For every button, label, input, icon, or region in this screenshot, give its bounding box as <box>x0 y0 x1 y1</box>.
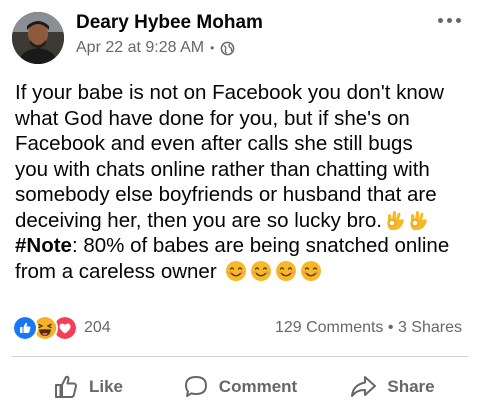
more-dot <box>455 17 461 23</box>
more-dot <box>437 17 443 23</box>
comment-label: Comment <box>218 377 298 396</box>
share-label: Share <box>387 377 435 396</box>
divider <box>12 356 468 357</box>
post-line: Facebook and even after calls she still … <box>15 132 413 155</box>
note-line: #Note: 80% of babes are being snatched o… <box>15 233 470 259</box>
smiling-face-emoji <box>251 260 272 281</box>
comments-count[interactable]: 129 Comments <box>275 319 384 336</box>
reactions-summary[interactable]: 204 <box>12 315 111 341</box>
note-text: : 80% of babes are being snatched online <box>71 234 450 257</box>
globe-icon <box>220 41 235 55</box>
ok-hand-emoji <box>387 210 404 230</box>
share-button[interactable]: Share <box>316 366 468 408</box>
counts-separator: • <box>387 319 394 336</box>
like-label: Like <box>88 377 124 396</box>
post-line-with-emoji: deceiving her, then you are so lucky bro… <box>15 208 470 234</box>
post-stats: 204 129 Comments • 3 Shares <box>12 315 468 342</box>
more-dot <box>446 17 452 23</box>
author-avatar[interactable] <box>12 12 64 64</box>
ok-hand-emoji <box>410 210 427 230</box>
comment-icon <box>184 376 207 397</box>
like-button[interactable]: Like <box>12 366 164 408</box>
smiling-face-emoji <box>226 260 247 281</box>
share-arrow-icon <box>351 376 377 397</box>
post-body: If your babe is not on Facebook you don'… <box>15 80 470 284</box>
reaction-count: 204 <box>84 319 111 336</box>
smiling-face-emoji <box>276 260 297 281</box>
note-hashtag[interactable]: #Note <box>15 234 72 257</box>
post-line: you with chats online rather than chatti… <box>15 157 430 181</box>
shares-count[interactable]: 3 Shares <box>398 319 462 336</box>
author-name[interactable]: Deary Hybee Moham <box>76 12 263 34</box>
post-line: somebody else boyfriends or husband that… <box>15 183 437 206</box>
more-options-button[interactable] <box>434 10 464 30</box>
engagement-counts: 129 Comments • 3 Shares <box>275 319 462 337</box>
post-meta: Apr 22 at 9:28 AM • <box>76 39 235 57</box>
post-line: If your babe is not on Facebook you don'… <box>15 81 444 104</box>
thumbs-up-icon <box>54 375 77 398</box>
comment-button[interactable]: Comment <box>164 366 316 408</box>
like-reaction-icon <box>12 315 38 341</box>
smiling-face-emoji <box>301 260 322 281</box>
post-line: from a careless owner <box>15 259 217 283</box>
post-date[interactable]: Apr 22 at 9:28 AM <box>76 39 204 57</box>
post-line: deceiving her, then you are so lucky bro… <box>15 208 382 232</box>
post-line: what God have done for you, but if she's… <box>15 106 410 130</box>
post-header: Deary Hybee Moham Apr 22 at 9:28 AM • <box>12 6 468 70</box>
meta-separator: • <box>210 41 215 55</box>
action-bar: Like Comment Share <box>12 366 468 408</box>
post-line-with-emoji: from a careless owner <box>15 259 470 285</box>
